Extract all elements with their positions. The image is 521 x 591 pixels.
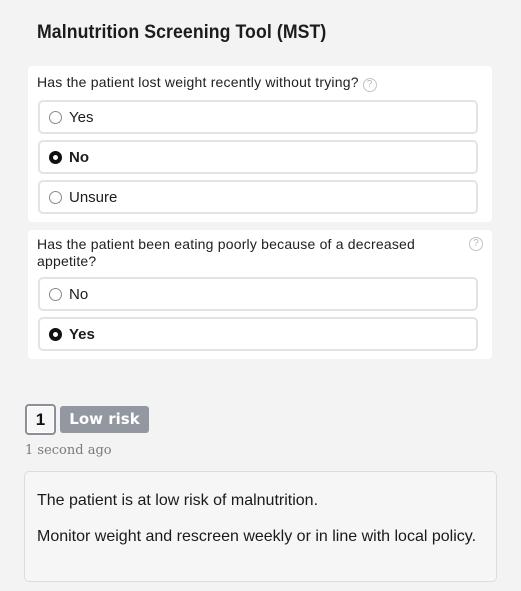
radio-unchecked-icon[interactable] — [49, 190, 62, 204]
question-text: Has the patient lost weight recently wit… — [37, 74, 484, 92]
result-card: The patient is at low risk of malnutriti… — [24, 471, 497, 582]
page-title: Malnutrition Screening Tool (MST) — [37, 22, 327, 43]
question-label: Has the patient lost weight recently wit… — [37, 74, 359, 90]
help-icon[interactable]: ? — [469, 237, 483, 251]
score-value: 1 — [25, 404, 56, 435]
result-timestamp: 1 second ago — [25, 443, 112, 458]
question-card-weight-loss: Has the patient lost weight recently wit… — [28, 66, 492, 222]
help-icon[interactable]: ? — [362, 78, 377, 92]
risk-badge: Low risk — [60, 406, 149, 433]
radio-checked-icon[interactable] — [49, 150, 62, 164]
option-no[interactable]: No — [38, 277, 478, 311]
option-label: No — [69, 148, 89, 166]
radio-unchecked-icon[interactable] — [49, 110, 62, 124]
radio-unchecked-icon[interactable] — [49, 287, 62, 301]
result-recommendation: Monitor weight and rescreen weekly or in… — [37, 528, 477, 545]
option-label: Unsure — [69, 188, 118, 206]
radio-checked-icon[interactable] — [49, 327, 62, 341]
option-label: Yes — [69, 325, 95, 343]
option-yes[interactable]: Yes — [38, 317, 478, 351]
option-yes[interactable]: Yes — [38, 100, 478, 134]
question-label: Has the patient been eating poorly becau… — [37, 236, 415, 269]
option-no[interactable]: No — [38, 140, 478, 174]
question-card-appetite: Has the patient been eating poorly becau… — [28, 230, 492, 359]
option-label: No — [69, 285, 89, 303]
result-message: The patient is at low risk of malnutriti… — [37, 492, 319, 509]
option-label: Yes — [69, 108, 94, 126]
option-unsure[interactable]: Unsure — [38, 180, 478, 214]
